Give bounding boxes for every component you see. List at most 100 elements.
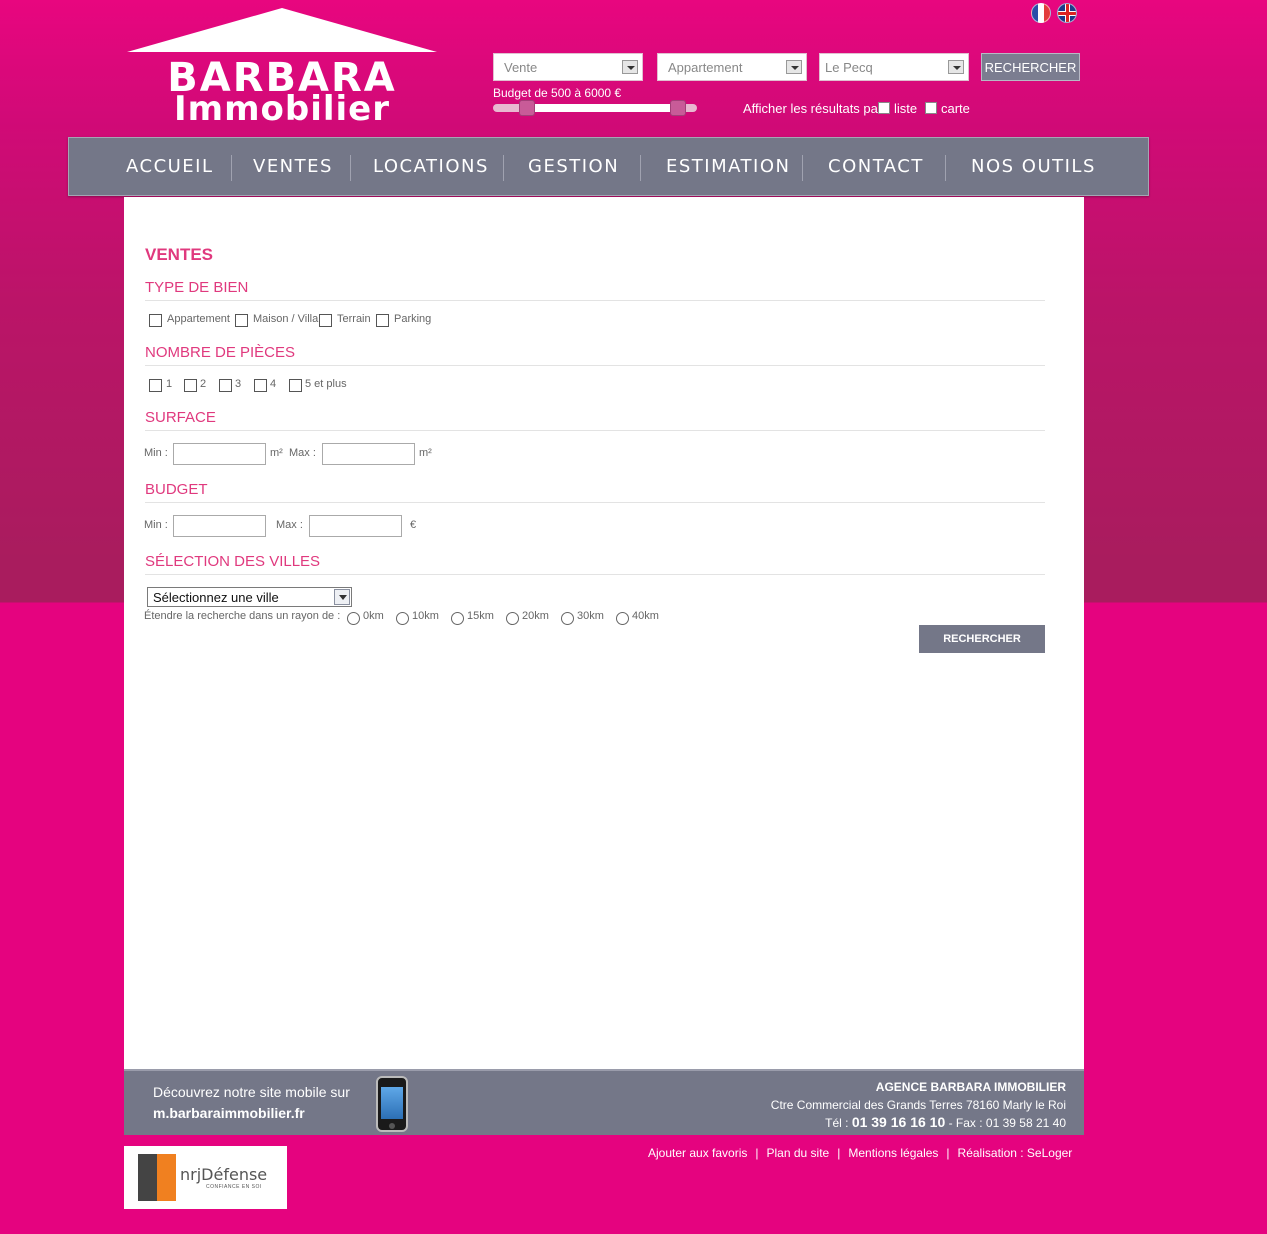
- nav-locations[interactable]: LOCATIONS: [373, 156, 489, 177]
- radius-20km-label: 20km: [522, 610, 549, 622]
- fr-flag-icon[interactable]: [1031, 3, 1051, 23]
- nav-nos-outils[interactable]: NOS OUTILS: [971, 156, 1096, 177]
- nav-separator: [350, 155, 351, 181]
- type-parking-checkbox[interactable]: [376, 314, 389, 327]
- nav-separator: [231, 155, 232, 181]
- logo[interactable]: BARBARA Immobilier: [127, 8, 437, 129]
- sponsor-name2: Défense: [201, 1165, 268, 1184]
- transaction-value: Vente: [504, 60, 538, 75]
- rooms-4-label: 4: [270, 378, 277, 390]
- budget-max-input[interactable]: [309, 515, 402, 537]
- display-map-checkbox[interactable]: [925, 102, 937, 114]
- nav-estimation[interactable]: ESTIMATION: [666, 156, 791, 177]
- budget-label: Budget de 500 à 6000 €: [493, 86, 622, 100]
- transaction-select[interactable]: Vente: [493, 53, 643, 81]
- type-maison-label: Maison / Villa: [253, 313, 319, 325]
- display-list-option[interactable]: liste: [878, 101, 917, 116]
- link-separator: |: [946, 1146, 950, 1160]
- type-terrain-checkbox[interactable]: [319, 314, 332, 327]
- budget-unit: €: [410, 519, 417, 531]
- nav-gestion[interactable]: GESTION: [528, 156, 619, 177]
- footer: Découvrez notre site mobile sur m.barbar…: [124, 1069, 1084, 1135]
- link-realisation[interactable]: Réalisation : SeLoger: [958, 1146, 1073, 1160]
- divider: [145, 574, 1045, 575]
- sponsor-banner[interactable]: nrjDéfense CONFIANCE EN SOI: [124, 1146, 287, 1209]
- link-favoris[interactable]: Ajouter aux favoris: [648, 1146, 747, 1160]
- radius-0km-radio[interactable]: [347, 612, 360, 625]
- quick-search-button[interactable]: RECHERCHER: [981, 53, 1080, 81]
- link-plan-du-site[interactable]: Plan du site: [767, 1146, 830, 1160]
- link-mentions-legales[interactable]: Mentions légales: [848, 1146, 938, 1160]
- type-section-title: TYPE DE BIEN: [145, 279, 249, 296]
- nav-separator: [640, 155, 641, 181]
- type-terrain-label: Terrain: [337, 313, 371, 325]
- sponsor-tagline: CONFIANCE EN SOI: [206, 1184, 262, 1190]
- nav-separator: [802, 155, 803, 181]
- language-switcher: [1031, 3, 1077, 23]
- surface-section-title: SURFACE: [145, 409, 216, 426]
- sponsor-logo-icon: [138, 1154, 176, 1201]
- smartphone-icon: [376, 1076, 408, 1132]
- rooms-5plus-checkbox[interactable]: [289, 379, 302, 392]
- divider: [145, 502, 1045, 503]
- display-list-label: liste: [894, 101, 918, 116]
- type-appartement-label: Appartement: [167, 313, 230, 325]
- divider: [145, 300, 1045, 301]
- rooms-2-checkbox[interactable]: [184, 379, 197, 392]
- tel-label: Tél :: [825, 1116, 849, 1130]
- sponsor-name: nrj: [180, 1165, 202, 1184]
- radius-30km-radio[interactable]: [561, 612, 574, 625]
- radius-20km-radio[interactable]: [506, 612, 519, 625]
- display-map-option[interactable]: carte: [925, 101, 970, 116]
- budget-min-input[interactable]: [173, 515, 266, 537]
- mobile-site-link[interactable]: m.barbaraimmobilier.fr: [153, 1105, 305, 1121]
- city-dropdown[interactable]: Sélectionnez une ville: [147, 587, 352, 607]
- budget-max-label: Max :: [276, 519, 303, 531]
- display-map-label: carte: [941, 101, 970, 116]
- budget-max-handle[interactable]: [670, 100, 686, 116]
- nav-contact[interactable]: CONTACT: [828, 156, 924, 177]
- radius-10km-radio[interactable]: [396, 612, 409, 625]
- radius-0km-label: 0km: [363, 610, 384, 622]
- agency-address: Ctre Commercial des Grands Terres 78160 …: [770, 1098, 1066, 1112]
- link-separator: |: [755, 1146, 759, 1160]
- surface-min-label: Min :: [144, 447, 168, 459]
- budget-min-label: Min :: [144, 519, 168, 531]
- budget-slider-range: [527, 104, 678, 112]
- search-panel: VENTES TYPE DE BIEN Appartement Maison /…: [124, 197, 1084, 1069]
- surface-min-unit: m²: [270, 447, 283, 459]
- rooms-5plus-label: 5 et plus: [305, 378, 347, 390]
- type-appartement-checkbox[interactable]: [149, 314, 162, 327]
- display-list-checkbox[interactable]: [878, 102, 890, 114]
- uk-flag-icon[interactable]: [1057, 3, 1077, 23]
- logo-text-immobilier: Immobilier: [174, 89, 390, 129]
- divider: [145, 365, 1045, 366]
- property-type-select[interactable]: Appartement: [657, 53, 807, 81]
- radius-15km-radio[interactable]: [451, 612, 464, 625]
- rooms-3-checkbox[interactable]: [219, 379, 232, 392]
- rooms-1-checkbox[interactable]: [149, 379, 162, 392]
- agency-contact: Tél : 01 39 16 16 10 - Fax : 01 39 58 21…: [825, 1114, 1066, 1130]
- budget-min-handle[interactable]: [519, 100, 535, 116]
- property-type-value: Appartement: [668, 60, 743, 75]
- surface-max-input[interactable]: [322, 443, 415, 465]
- type-maison-checkbox[interactable]: [235, 314, 248, 327]
- chevron-down-icon: [948, 60, 964, 74]
- divider: [145, 430, 1045, 431]
- chevron-down-icon: [622, 60, 638, 74]
- city-select[interactable]: Le Pecq: [819, 53, 969, 81]
- agency-name: AGENCE BARBARA IMMOBILIER: [875, 1080, 1066, 1094]
- link-separator: |: [837, 1146, 841, 1160]
- page-title: VENTES: [145, 245, 214, 264]
- rooms-3-label: 3: [235, 378, 242, 390]
- radius-40km-radio[interactable]: [616, 612, 629, 625]
- nav-accueil[interactable]: ACCUEIL: [126, 156, 214, 177]
- rooms-4-checkbox[interactable]: [254, 379, 267, 392]
- radius-10km-label: 10km: [412, 610, 439, 622]
- radius-40km-label: 40km: [632, 610, 659, 622]
- surface-min-input[interactable]: [173, 443, 266, 465]
- radius-30km-label: 30km: [577, 610, 604, 622]
- search-button[interactable]: RECHERCHER: [919, 625, 1045, 653]
- city-dropdown-value: Sélectionnez une ville: [153, 590, 279, 605]
- nav-ventes[interactable]: VENTES: [253, 156, 333, 177]
